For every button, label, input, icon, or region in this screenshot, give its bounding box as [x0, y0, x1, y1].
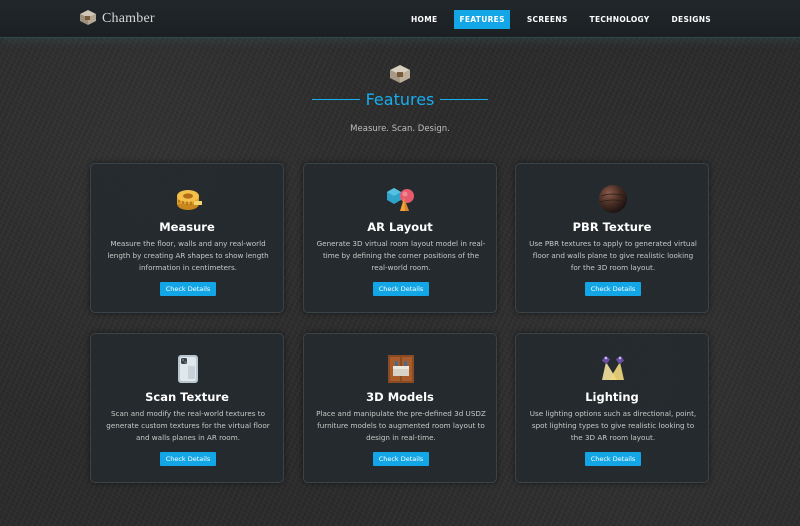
navbar: Chamber HOME FEATURES SCREENS TECHNOLOGY… — [0, 0, 800, 38]
feature-card-measure: Measure Measure the floor, walls and any… — [90, 163, 284, 313]
check-details-button[interactable]: Check Details — [160, 282, 216, 296]
card-description: Generate 3D virtual room layout model in… — [316, 239, 486, 272]
check-details-button[interactable]: Check Details — [160, 452, 216, 466]
check-details-button[interactable]: Check Details — [373, 452, 429, 466]
card-title: Scan Texture — [145, 390, 229, 404]
feature-card-3d-models: 3D Models Place and manipulate the pre-d… — [303, 333, 497, 483]
furniture-icon — [385, 354, 417, 384]
card-description: Place and manipulate the pre-defined 3d … — [316, 409, 486, 442]
room-icon — [387, 62, 413, 84]
section-title: Features — [365, 90, 435, 109]
nav-item-technology[interactable]: TECHNOLOGY — [585, 10, 655, 29]
nav-item-designs[interactable]: DESIGNS — [667, 10, 716, 29]
phone-icon — [172, 354, 204, 384]
card-description: Measure the floor, walls and any real-wo… — [107, 239, 269, 272]
check-details-button[interactable]: Check Details — [585, 452, 641, 466]
section-subtitle: Measure. Scan. Design. — [350, 124, 450, 134]
nav-menu: HOME FEATURES SCREENS TECHNOLOGY DESIGNS — [406, 10, 716, 29]
card-title: 3D Models — [366, 390, 434, 404]
spotlight-icon — [597, 354, 629, 384]
check-details-button[interactable]: Check Details — [585, 282, 641, 296]
card-description: Use PBR textures to apply to generated v… — [529, 239, 697, 272]
nav-item-home[interactable]: HOME — [406, 10, 442, 29]
card-title: AR Layout — [367, 220, 433, 234]
check-details-button[interactable]: Check Details — [373, 282, 429, 296]
feature-card-scan-texture: Scan Texture Scan and modify the real-wo… — [90, 333, 284, 483]
measuring-tape-icon — [172, 184, 204, 214]
brand-name: Chamber — [102, 11, 155, 26]
feature-card-ar-layout: AR Layout Generate 3D virtual room layou… — [303, 163, 497, 313]
nav-item-features[interactable]: FEATURES — [454, 10, 510, 29]
card-title: PBR Texture — [572, 220, 652, 234]
room-logo-icon — [78, 8, 98, 31]
feature-card-lighting: Lighting Use lighting options such as di… — [515, 333, 709, 483]
card-description: Scan and modify the real-world textures … — [106, 409, 270, 442]
nav-item-screens[interactable]: SCREENS — [522, 10, 573, 29]
card-title: Measure — [159, 220, 215, 234]
sphere-texture-icon — [597, 184, 629, 214]
shapes-icon — [385, 184, 417, 214]
feature-card-pbr-texture: PBR Texture Use PBR textures to apply to… — [515, 163, 709, 313]
card-title: Lighting — [585, 390, 639, 404]
brand-logo[interactable]: Chamber — [78, 9, 155, 29]
card-description: Use lighting options such as directional… — [529, 409, 697, 442]
